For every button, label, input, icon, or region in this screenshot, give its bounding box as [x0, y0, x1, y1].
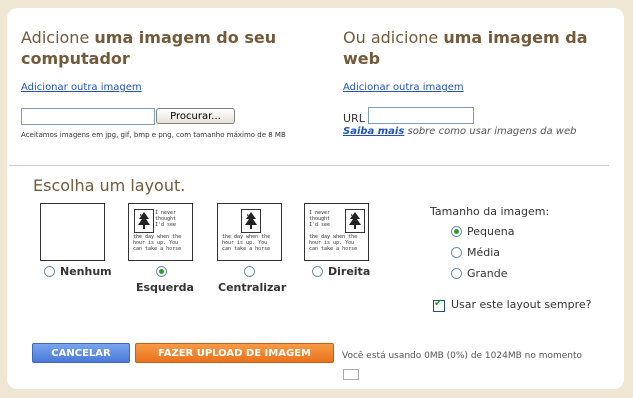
sample-text-left-bottom: the day when the hour is up. You can tak… [133, 234, 182, 252]
always-use-layout-label: Usar este layout sempre? [451, 298, 592, 311]
usage-indicator [343, 369, 359, 380]
accepted-formats-note: Aceitamos imagens em jpg, gif, bmp e png… [21, 131, 286, 139]
dialog-frame: Adicione uma imagem do seu computador Ad… [0, 0, 633, 398]
browse-button[interactable]: Procurar... [156, 108, 235, 124]
upload-local-title-line2: computador [21, 48, 130, 69]
url-label: URL [343, 112, 365, 125]
size-label-medium: Média [467, 246, 501, 259]
learn-more-line: Saiba mais sobre como usar imagens da we… [343, 126, 576, 137]
upload-local-title: Adicione uma imagem do seu [21, 27, 276, 48]
upload-web-title-line2: web [343, 48, 380, 69]
layout-label-none: Nenhum [60, 265, 112, 278]
layout-radio-none[interactable] [44, 266, 55, 277]
sample-text-center: the day when the hour is up. You can tak… [222, 234, 271, 252]
upload-local-title-bold-2: computador [21, 49, 130, 68]
learn-more-link[interactable]: Saiba mais [343, 126, 404, 137]
upload-local-title-normal: Adicione [21, 28, 95, 47]
layout-label-right: Direita [328, 265, 371, 278]
layout-thumb-right[interactable]: I never thought I'd see the day when the… [304, 203, 369, 261]
layout-heading: Escolha um layout. [33, 176, 186, 195]
upload-web-title-bold-2: web [343, 49, 381, 68]
file-path-input[interactable] [21, 108, 155, 125]
tree-image-icon [241, 209, 261, 233]
add-another-web-link[interactable]: Adicionar outra imagem [343, 82, 464, 93]
layout-thumb-left[interactable]: I never thought I'd see the day when the… [128, 203, 193, 261]
section-divider [9, 165, 609, 166]
layout-label-center: Centralizar [218, 281, 287, 294]
layout-thumb-center[interactable]: the day when the hour is up. You can tak… [217, 203, 282, 261]
learn-more-text: sobre como usar imagens da web [404, 126, 577, 137]
cancel-button[interactable]: CANCELAR [32, 343, 130, 363]
size-radio-medium[interactable] [451, 247, 462, 258]
size-radio-small[interactable] [451, 226, 462, 237]
layout-radio-right[interactable] [312, 266, 323, 277]
upload-web-title: Ou adicione uma imagem da [343, 27, 588, 48]
url-input[interactable] [368, 107, 474, 124]
tree-image-icon [134, 209, 154, 233]
sample-text-right-bottom: the day when the hour is up. You can tak… [309, 234, 358, 252]
upload-web-title-normal: Ou adicione [343, 28, 444, 47]
upload-image-button[interactable]: FAZER UPLOAD DE IMAGEM [135, 343, 334, 363]
layout-radio-left[interactable] [156, 266, 167, 277]
upload-local-title-bold-1: uma imagem do seu [94, 28, 277, 47]
layout-radio-center[interactable] [244, 266, 255, 277]
add-another-local-link[interactable]: Adicionar outra imagem [21, 82, 142, 93]
size-label-large: Grande [467, 267, 508, 280]
storage-usage-text: Você está usando 0MB (0%) de 1024MB no m… [342, 351, 583, 361]
size-label-small: Pequena [467, 225, 515, 238]
sample-text-right: I never thought I'd see [309, 210, 331, 228]
layout-label-left: Esquerda [136, 281, 194, 294]
tree-image-icon [345, 209, 365, 233]
always-use-layout-checkbox[interactable] [433, 298, 445, 312]
image-size-heading: Tamanho da imagem: [430, 205, 550, 218]
layout-thumb-none[interactable] [40, 203, 105, 261]
upload-web-title-bold-1: uma imagem da [443, 28, 588, 47]
sample-text-left: I never thought I'd see [155, 210, 177, 228]
size-radio-large[interactable] [451, 268, 462, 279]
